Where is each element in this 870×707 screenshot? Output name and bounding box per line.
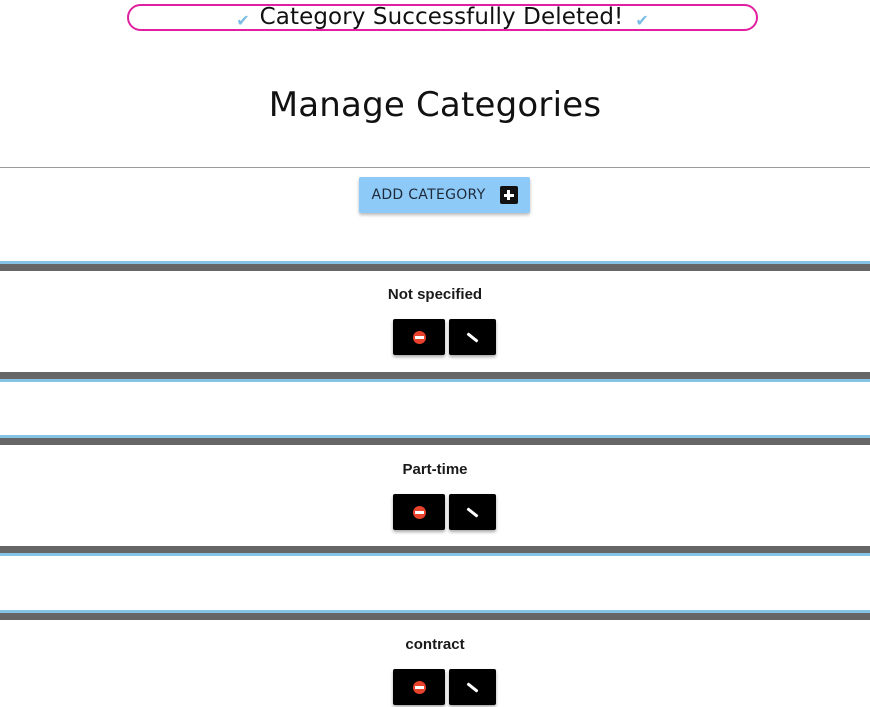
- pencil-icon: [466, 506, 479, 518]
- title-divider: [0, 167, 870, 168]
- pencil-icon: [466, 331, 479, 343]
- edit-category-button[interactable]: [449, 319, 496, 355]
- category-name: Not specified: [387, 286, 483, 303]
- check-icon: ✔: [236, 11, 250, 30]
- toast-message: Category Successfully Deleted!: [259, 4, 624, 30]
- no-entry-icon: [412, 330, 426, 344]
- pencil-icon: [466, 681, 479, 693]
- delete-category-button[interactable]: [393, 669, 445, 705]
- category-name: Part-time: [402, 461, 468, 478]
- delete-category-button[interactable]: [393, 319, 445, 355]
- category-divider: [0, 372, 870, 382]
- page-title: Manage Categories: [268, 85, 602, 125]
- add-category-label: ADD CATEGORY: [371, 187, 486, 203]
- category-name: contract: [405, 636, 465, 653]
- edit-category-button[interactable]: [449, 669, 496, 705]
- plus-square-icon: [499, 186, 518, 204]
- check-icon: ✔: [635, 11, 649, 30]
- delete-category-button[interactable]: [393, 494, 445, 530]
- category-divider: [0, 610, 870, 620]
- add-category-button[interactable]: ADD CATEGORY: [359, 177, 530, 213]
- success-toast: ✔ Category Successfully Deleted! ✔: [127, 4, 758, 31]
- category-divider: [0, 261, 870, 271]
- edit-category-button[interactable]: [449, 494, 496, 530]
- no-entry-icon: [412, 680, 426, 694]
- no-entry-icon: [412, 505, 426, 519]
- category-divider: [0, 546, 870, 556]
- category-divider: [0, 435, 870, 445]
